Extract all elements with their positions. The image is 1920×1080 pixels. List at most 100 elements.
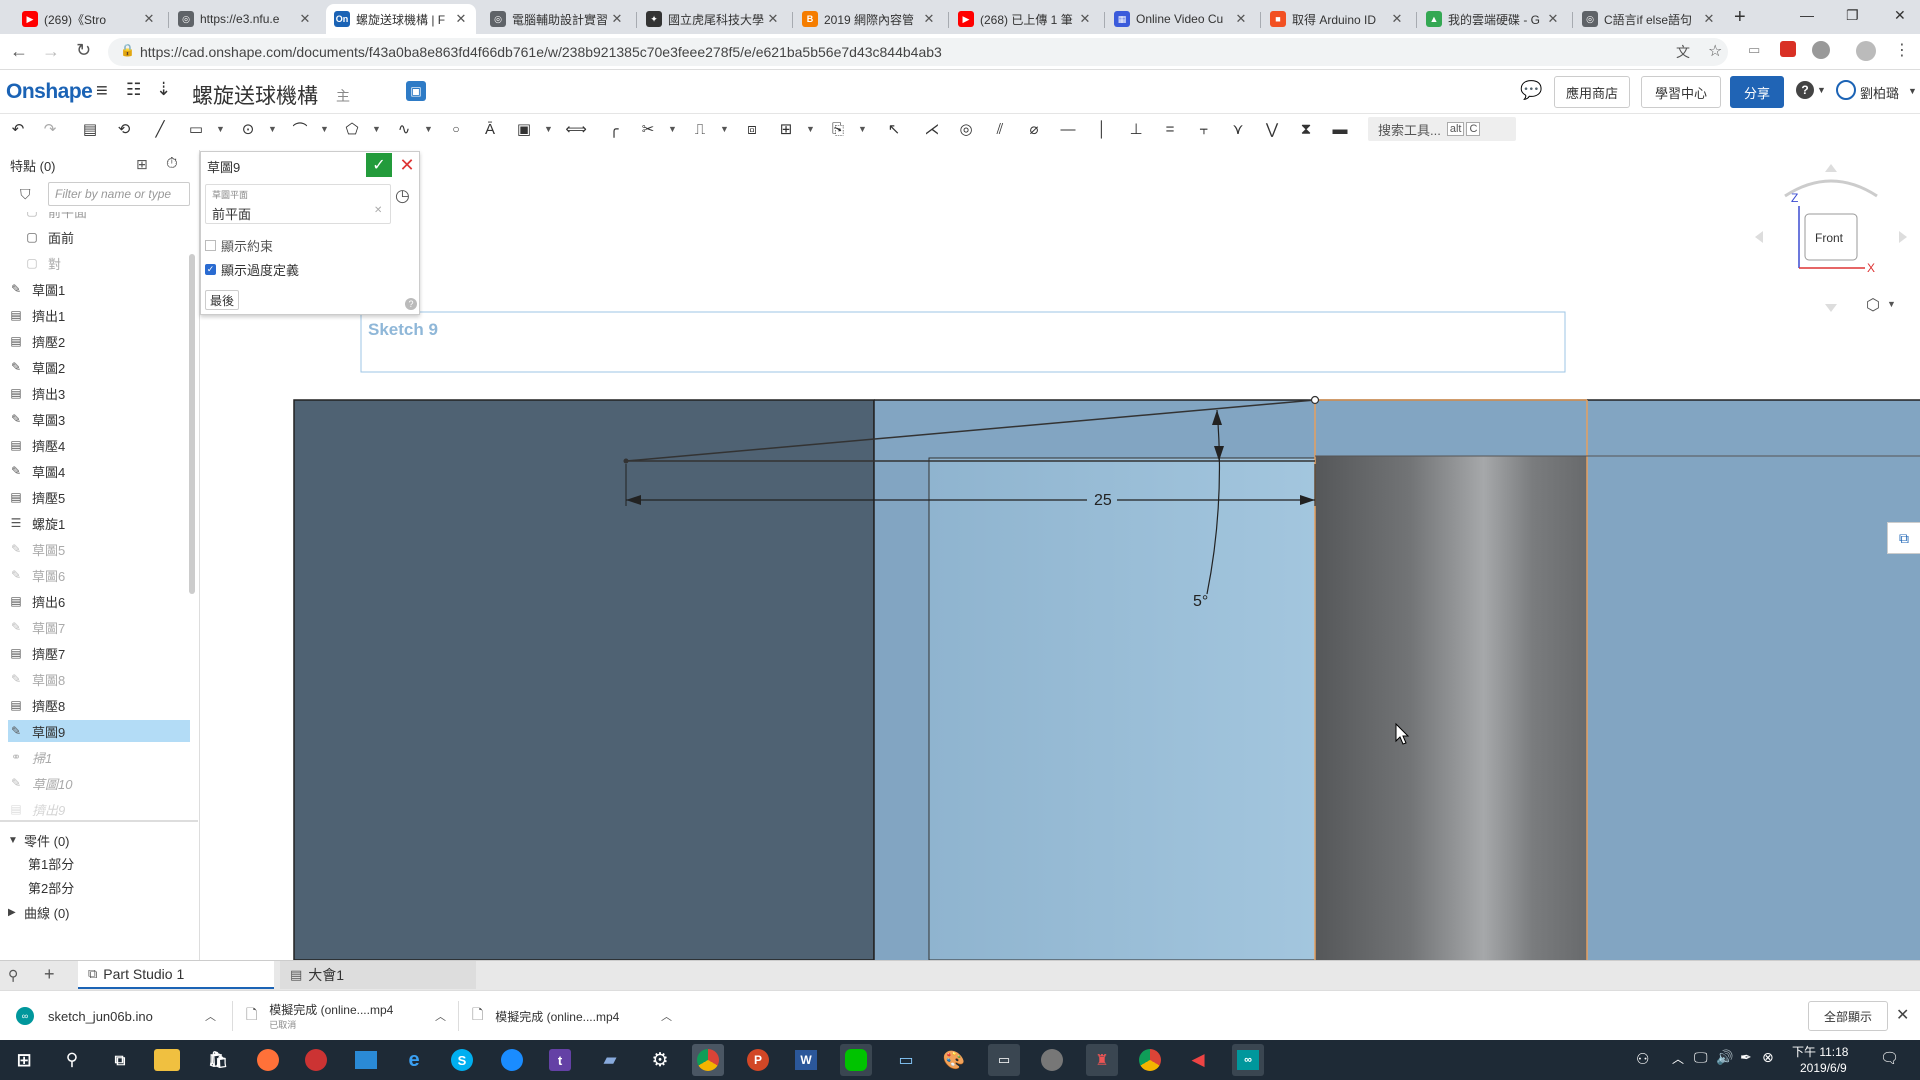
symmetric-icon[interactable]: ⧗ [1296,119,1316,139]
circle-icon[interactable]: ⊙ [238,119,258,139]
dialog-help-icon[interactable]: ? [405,298,417,310]
download-item[interactable]: 🗋 模擬完成 (online....mp4 已取消 ︿ [246,999,446,1033]
tangent-icon[interactable]: ⌀ [1024,119,1044,139]
tab-close-icon[interactable]: ✕ [298,11,312,27]
part-item[interactable]: 第2部分 [28,878,74,897]
tray-chevron-icon[interactable]: ︿ [1672,1050,1684,1067]
feature-item[interactable]: ▤ 擠壓5 [8,486,190,508]
offset-dropdown-icon[interactable]: ▼ [720,124,729,134]
help-icon[interactable]: ? [1796,81,1814,99]
menu-dots-icon[interactable]: ⋮ [1894,40,1910,60]
feature-item[interactable]: ▤ 擠壓4 [8,434,190,456]
learning-center-button[interactable]: 學習中心 [1641,76,1721,108]
tab-close-icon[interactable]: ✕ [610,11,624,27]
chevron-up-icon[interactable]: ︿ [435,1008,446,1024]
action-center-icon[interactable]: 🗨 [1880,1049,1899,1067]
use-icon[interactable]: ⎘ [828,119,848,139]
word-icon[interactable]: W [790,1044,822,1076]
arduino-icon[interactable]: ∞ [1232,1044,1264,1076]
user-avatar-icon[interactable] [1836,80,1856,100]
tab-close-icon[interactable]: ✕ [1078,11,1092,27]
circle-dropdown-icon[interactable]: ▼ [268,124,277,134]
app-sphere-icon[interactable] [1036,1044,1068,1076]
rectangle-icon[interactable]: ▭ [186,119,206,139]
powerpoint-icon[interactable]: P [742,1044,774,1076]
show-overdefined-checkbox[interactable]: ✓ [205,264,216,275]
spline-dropdown-icon[interactable]: ▼ [424,124,433,134]
trim-dropdown-icon[interactable]: ▼ [668,124,677,134]
accept-button[interactable]: ✓ [366,153,392,177]
show-all-downloads-button[interactable]: 全部顯示 [1808,1001,1888,1031]
forward-icon[interactable]: → [42,41,60,62]
insert-icon[interactable]: ⇣ [156,79,171,100]
new-tab-icon[interactable]: + [1734,6,1746,29]
redo-icon[interactable]: ↷ [40,119,60,139]
extension-icon[interactable]: ▭ [1748,42,1760,58]
file-explorer-icon[interactable] [154,1049,180,1071]
offset-icon[interactable]: ⎍ [690,119,710,139]
final-button[interactable]: 最後 [205,290,240,310]
notes-icon[interactable]: ▰ [594,1044,626,1076]
parallel-icon[interactable]: ⫽ [990,119,1010,139]
text-icon[interactable]: Ā [480,119,500,139]
mirror-icon[interactable]: ⧈ [742,119,762,139]
app-red-arrow-icon[interactable]: ◀ [1182,1044,1214,1076]
document-list-icon[interactable]: ☷ [126,80,141,100]
clear-plane-icon[interactable]: ✕ [374,205,382,216]
skype-icon[interactable]: S [446,1044,478,1076]
part-item[interactable]: 第1部分 [28,854,74,873]
branch-label[interactable]: 主 [336,86,350,106]
feature-item[interactable]: ✎ 草圖4 [8,460,190,482]
tab-close-icon[interactable]: ✕ [1546,11,1560,27]
browser-tab[interactable]: ■ 取得 Arduino ID ✕ [1262,4,1412,34]
browser-tab[interactable]: ▦ Online Video Cu ✕ [1106,4,1256,34]
horizontal-icon[interactable]: — [1058,119,1078,139]
side-panel-toggle[interactable]: ⧉ [1887,522,1920,554]
user-name[interactable]: 劉柏璐 [1860,83,1899,102]
midpoint-icon[interactable]: ⫟ [1194,119,1214,139]
feature-item[interactable]: ⚭ 掃1 [8,746,190,768]
search-icon[interactable]: ⚲ [56,1044,88,1076]
view-rotate-arc-icon[interactable] [1784,179,1878,198]
terminal-icon[interactable]: ▭ [988,1044,1020,1076]
fillet-icon[interactable]: ╭ [604,119,624,139]
transform-icon[interactable]: ↖ [884,119,904,139]
vertical-icon[interactable]: │ [1092,119,1112,139]
pen-icon[interactable]: ✒ [1740,1049,1752,1066]
edge-icon[interactable]: e [398,1044,430,1076]
cylinder-face[interactable] [1315,456,1587,960]
graphics-viewport[interactable]: 25 5° Z X Front Sketch 9 ⬡ ▼ ⧉ [201,144,1920,960]
browser-tab[interactable]: On 螺旋送球機構 | F ✕ [326,4,476,34]
close-downloads-icon[interactable]: ✕ [1896,1005,1909,1025]
onshape-logo[interactable]: Onshape [6,80,93,104]
chrome-icon[interactable] [692,1044,724,1076]
dark-block-face[interactable] [293,399,875,960]
browser-tab[interactable]: B 2019 網際內容管 ✕ [794,4,944,34]
arc-dropdown-icon[interactable]: ▼ [320,124,329,134]
chevron-up-icon[interactable]: ︿ [205,1008,216,1024]
channel-face[interactable] [928,457,1316,960]
settings-gear-icon[interactable]: ⚙ [644,1044,676,1076]
bookmark-star-icon[interactable]: ☆ [1708,41,1722,61]
app-red-icon[interactable] [300,1044,332,1076]
download-item[interactable]: ∞ sketch_jun06b.ino ︿ [16,999,216,1033]
profile-icon[interactable] [1856,41,1876,61]
view-arrow-up-icon[interactable] [1825,164,1837,172]
polygon-dropdown-icon[interactable]: ▼ [372,124,381,134]
tab-close-icon[interactable]: ✕ [1390,11,1404,27]
browser-tab[interactable]: ▲ 我的雲端硬碟 - G ✕ [1418,4,1568,34]
chevron-right-icon[interactable]: ▶ [8,907,24,918]
download-item[interactable]: 🗋 模擬完成 (online....mp4 ︿ [472,999,672,1033]
share-button[interactable]: 分享 [1730,76,1784,108]
show-overdefined-option[interactable]: ✓ 顯示過度定義 [205,260,299,279]
browser-tab[interactable]: ▶ (269)《Stro ✕ [14,4,164,34]
history-clock-icon[interactable]: ◷ [395,186,410,206]
trim-icon[interactable]: ✂ [638,119,658,139]
feature-item[interactable]: ✎ 草圖8 [8,668,190,690]
view-arrow-right-icon[interactable] [1899,231,1907,243]
feature-item[interactable]: ▢ 對 [24,252,198,274]
restore-icon[interactable]: ❐ [1846,7,1859,24]
fix-icon[interactable]: ▬ [1330,119,1350,139]
people-icon[interactable]: ⚇ [1636,1050,1649,1068]
tab-manager-icon[interactable]: ⚲ [8,967,18,984]
